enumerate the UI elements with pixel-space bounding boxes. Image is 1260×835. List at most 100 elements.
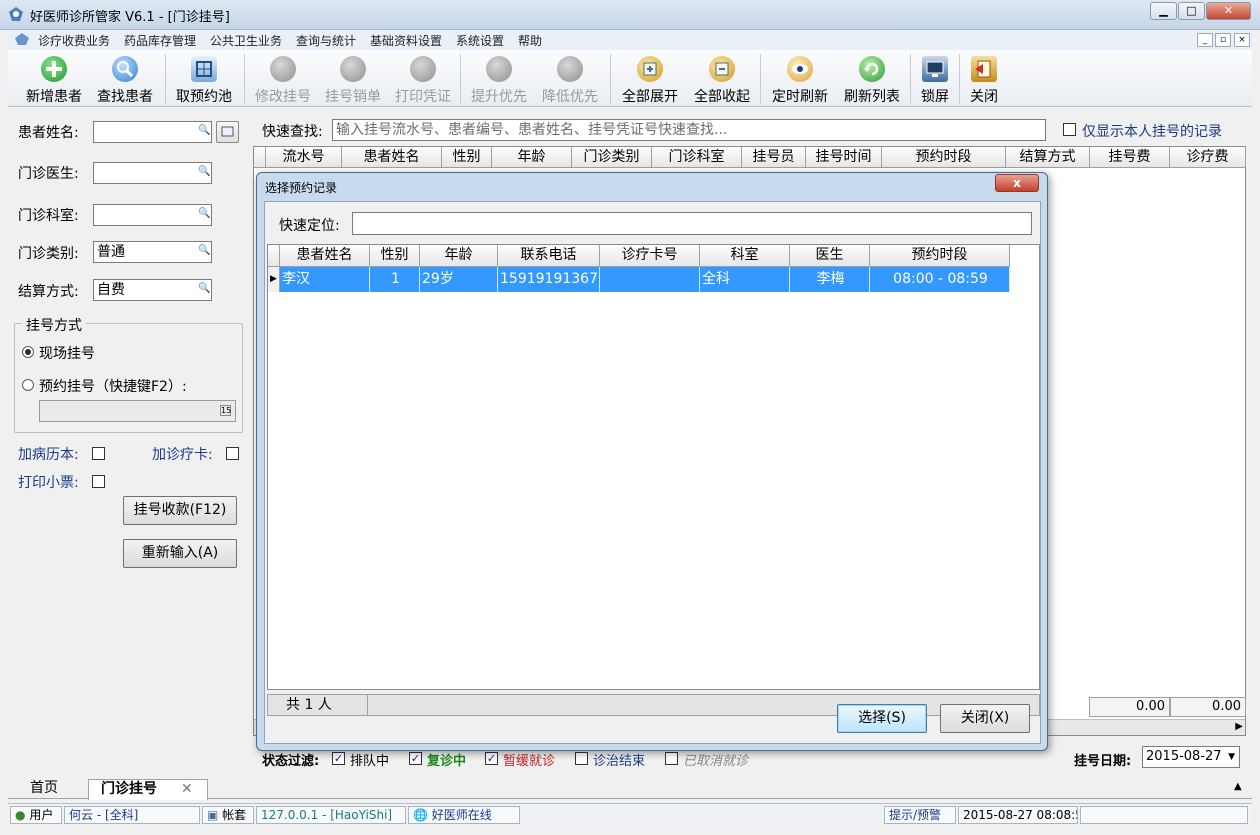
toolbar-add-patient-button[interactable]: 新增患者 [18, 50, 90, 107]
grid-header[interactable]: 诊疗卡号 [600, 245, 700, 267]
print-receipt-checkbox[interactable] [92, 475, 105, 488]
toolbar-appointment-pool-button[interactable]: 取预约池 [168, 50, 240, 107]
filter-revisit-checkbox[interactable]: ✓ [409, 752, 422, 765]
grid-header[interactable]: 性别 [370, 245, 420, 267]
toolbar-close-button[interactable]: 关闭 [963, 50, 1005, 107]
appointment-radio[interactable] [22, 379, 34, 391]
menu-help[interactable]: 帮助 [518, 32, 542, 49]
close-tab-icon[interactable]: ✕ [181, 780, 193, 799]
grid-header[interactable]: 年龄 [492, 147, 572, 168]
department-field[interactable] [93, 204, 212, 226]
mdi-close-button[interactable]: × [1234, 33, 1250, 47]
toolbar-find-patient-button[interactable]: 查找患者 [90, 50, 160, 107]
grid-header[interactable]: 预约时段 [870, 245, 1010, 267]
table-cell[interactable]: 29岁 [420, 267, 498, 292]
table-cell[interactable]: 08:00 - 08:59 [870, 267, 1010, 292]
registration-date-picker[interactable]: 2015-08-27 ▼ [1142, 746, 1240, 768]
toolbar-refresh-list-button[interactable]: 刷新列表 [836, 50, 908, 107]
menu-treatment[interactable]: 诊疗收费业务 [38, 32, 110, 49]
close-window-button[interactable]: ✕ [1206, 2, 1251, 20]
settlement-label: 结算方式: [18, 284, 79, 300]
filter-queue-checkbox[interactable]: ✓ [332, 752, 345, 765]
dialog-close-x-button[interactable]: x [995, 174, 1039, 192]
grid-header[interactable]: 门诊类别 [572, 147, 652, 168]
pay-registration-button[interactable]: 挂号收款(F12) [123, 496, 237, 525]
patient-name-field[interactable] [93, 121, 212, 143]
menu-query[interactable]: 查询与统计 [296, 32, 356, 49]
add-record-checkbox[interactable] [92, 447, 105, 460]
grid-header[interactable]: 医生 [790, 245, 870, 267]
table-cell[interactable]: 1 [370, 267, 420, 292]
grid-header[interactable]: 挂号费 [1090, 147, 1170, 168]
toolbar-print-voucher-button[interactable]: 打印凭证 [388, 50, 458, 107]
reset-input-button[interactable]: 重新输入(A) [123, 539, 237, 568]
status-online[interactable]: 🌐 好医师在线 [408, 806, 520, 824]
menu-system[interactable]: 系统设置 [456, 32, 504, 49]
grid-header[interactable]: 年龄 [420, 245, 498, 267]
mdi-restore-button[interactable]: ▫ [1215, 33, 1231, 47]
toolbar-separator [610, 54, 611, 104]
tab-registration[interactable]: 门诊挂号 ✕ [88, 779, 208, 800]
onsite-radio[interactable] [22, 346, 34, 358]
grid-header[interactable]: 预约时段 [882, 147, 1006, 168]
grid-header[interactable]: 结算方式 [1006, 147, 1090, 168]
toolbar-expand-all-button[interactable]: 全部展开 [614, 50, 686, 107]
minimize-button[interactable]: ▁ [1150, 2, 1177, 20]
table-cell[interactable]: 李汉 [280, 267, 370, 292]
menu-public-health[interactable]: 公共卫生业务 [210, 32, 282, 49]
status-empty-panel [1080, 806, 1248, 824]
grid-header[interactable]: 联系电话 [498, 245, 600, 267]
patient-card-button[interactable] [216, 121, 239, 143]
registration-form-panel: 患者姓名: 🔍 门诊医生: 🔍 门诊科室: 🔍 门诊类别: 普通 🔍 结算方式:… [8, 110, 248, 775]
filter-finished-checkbox[interactable] [575, 752, 588, 765]
grid-header[interactable]: 性别 [442, 147, 492, 168]
toolbar-lower-priority-button[interactable]: 降低优先 [535, 50, 605, 107]
add-card-checkbox[interactable] [226, 447, 239, 460]
category-field[interactable]: 普通 [93, 241, 212, 263]
toolbar-separator [460, 54, 461, 104]
appointment-field[interactable]: 15 [39, 400, 236, 422]
maximize-button[interactable]: □ [1178, 2, 1205, 20]
grid-header[interactable]: 流水号 [266, 147, 342, 168]
toolbar-cancel-registration-button[interactable]: 挂号销单 [318, 50, 388, 107]
status-alert[interactable]: 提示/预警 [884, 806, 956, 824]
filter-deferred-checkbox[interactable]: ✓ [485, 752, 498, 765]
menu-pharmacy[interactable]: 药品库存管理 [124, 32, 196, 49]
lock-screen-icon [922, 56, 948, 82]
grid-header[interactable]: 门诊科室 [652, 147, 742, 168]
toolbar-collapse-all-button[interactable]: 全部收起 [686, 50, 758, 107]
filter-deferred-label: 暂缓就诊 [503, 754, 556, 769]
settlement-field[interactable]: 自费 [93, 279, 212, 301]
table-cell[interactable]: 全科 [700, 267, 790, 292]
table-cell[interactable] [600, 267, 700, 292]
grid-header[interactable]: 患者姓名 [280, 245, 370, 267]
doctor-field[interactable] [93, 162, 212, 184]
dialog-close-button[interactable]: 关闭(X) [940, 704, 1030, 733]
menu-basic-data[interactable]: 基础资料设置 [370, 32, 442, 49]
grid-header[interactable]: 患者姓名 [342, 147, 442, 168]
dialog-select-button[interactable]: 选择(S) [837, 704, 927, 733]
filter-cancelled-checkbox[interactable] [665, 752, 678, 765]
mdi-minimize-button[interactable]: _ [1197, 33, 1213, 47]
toolbar-raise-priority-button[interactable]: 提升优先 [464, 50, 534, 107]
grid-header[interactable]: 挂号员 [742, 147, 806, 168]
grid-header[interactable]: 挂号时间 [806, 147, 882, 168]
edit-icon [270, 56, 296, 82]
toolbar-timed-refresh-button[interactable]: 定时刷新 [764, 50, 836, 107]
only-mine-checkbox[interactable] [1063, 123, 1076, 136]
document-tabs: 首页 门诊挂号 ✕ ▲ [8, 777, 1252, 800]
appointment-grid[interactable]: 患者姓名 性别 年龄 联系电话 诊疗卡号 科室 医生 预约时段 ▶ 李汉 1 2… [267, 244, 1040, 690]
tab-home[interactable]: 首页 [14, 779, 74, 800]
category-label: 门诊类别: [18, 246, 79, 262]
table-cell[interactable]: 李梅 [790, 267, 870, 292]
appointment-label: 预约挂号（快捷键F2）: [39, 379, 187, 395]
row-indicator-icon: ▶ [268, 267, 280, 292]
toolbar-edit-registration-button[interactable]: 修改挂号 [248, 50, 318, 107]
toolbar-lock-screen-button[interactable]: 锁屏 [914, 50, 956, 107]
quick-search-input[interactable]: 输入挂号流水号、患者编号、患者姓名、挂号凭证号快速查找... [332, 119, 1046, 141]
tab-scroll-up-icon[interactable]: ▲ [1234, 781, 1242, 792]
grid-header[interactable]: 诊疗费 [1170, 147, 1246, 168]
table-cell[interactable]: 15919191367 [498, 267, 600, 292]
quick-locate-input[interactable] [352, 212, 1032, 235]
grid-header[interactable]: 科室 [700, 245, 790, 267]
